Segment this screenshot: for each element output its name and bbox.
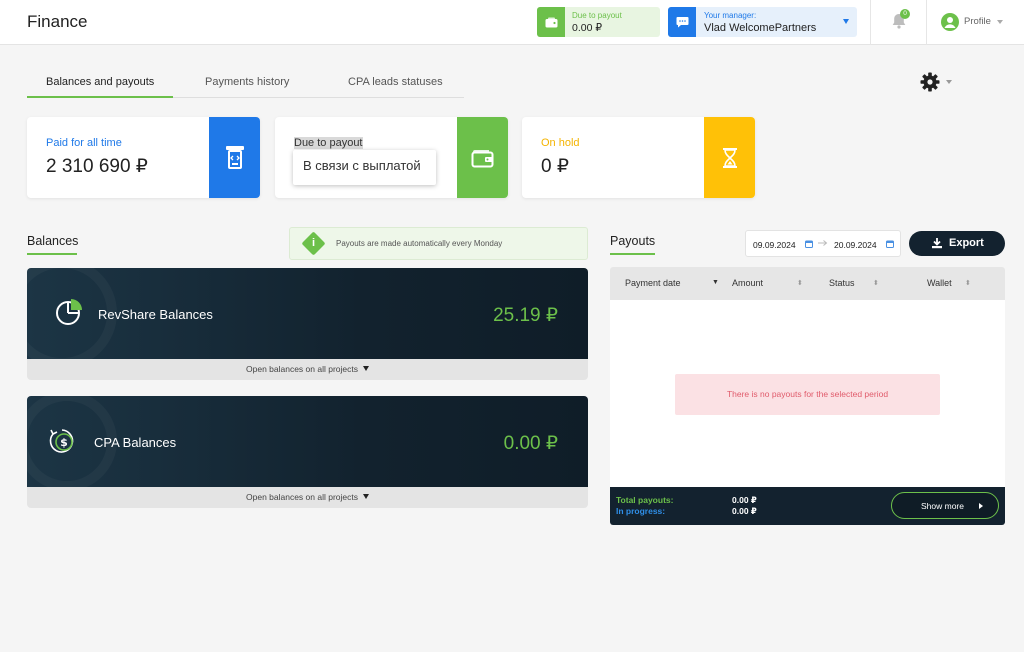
notification-badge: 0 [900,9,910,19]
payouts-title: Payouts [610,234,656,248]
empty-state-message: There is no payouts for the selected per… [675,374,940,415]
chevron-down-icon [843,19,849,24]
cpa-balance-card[interactable]: $ CPA Balances 0.00 ₽ Open balances on a… [27,396,588,508]
tab-balances-and-payouts[interactable]: Balances and payouts [46,76,154,88]
card-label: Due to payout [294,137,363,149]
open-balances-link[interactable]: Open balances on all projects [27,487,588,508]
sort-icon[interactable]: ⬍ [965,279,971,287]
payouts-table: Payment date ▼ Amount ⬍ Status ⬍ Wallet … [610,267,1005,525]
tab-payments-history[interactable]: Payments history [205,76,289,88]
wallet-icon [537,7,565,37]
chevron-down-icon[interactable] [997,20,1003,24]
chevron-down-icon[interactable] [946,80,952,84]
chat-icon [668,7,696,37]
balance-amount: 25.19 ₽ [493,305,558,326]
open-balances-link[interactable]: Open balances on all projects [27,359,588,380]
gear-icon[interactable] [920,72,940,92]
total-payouts-label: Total payouts: [616,495,674,505]
manager-name: Vlad WelcomePartners [704,22,817,34]
atm-icon [209,117,260,198]
date-range-picker[interactable]: 09.09.2024 20.09.2024 [745,230,901,257]
calendar-icon [805,240,813,248]
date-to[interactable]: 20.09.2024 [834,240,877,250]
sort-desc-icon[interactable]: ▼ [712,279,719,286]
card-on-hold: On hold 0 ₽ [522,117,755,198]
hourglass-icon [704,117,755,198]
card-paid-all-time: Paid for all time 2 310 690 ₽ [27,117,260,198]
active-tab-indicator [27,96,173,98]
column-status[interactable]: Status [829,278,855,288]
top-bar: Finance Due to payout 0.00 ₽ Your manage… [0,0,1024,45]
total-payouts-value: 0.00 ₽ [732,495,757,505]
due-to-payout-value: 0.00 ₽ [572,22,603,34]
in-progress-label: In progress: [616,506,666,516]
manager-widget[interactable]: Your manager: Vlad WelcomePartners [668,7,857,37]
due-to-payout-widget[interactable]: Due to payout 0.00 ₽ [537,7,660,37]
due-to-payout-label: Due to payout [572,11,622,20]
calendar-icon [886,240,894,248]
column-amount[interactable]: Amount [732,278,763,288]
revshare-balance-card[interactable]: RevShare Balances 25.19 ₽ Open balances … [27,268,588,380]
download-icon [932,238,942,249]
section-underline [27,253,77,255]
caret-right-icon [979,503,983,509]
balance-name: RevShare Balances [98,307,213,322]
arrow-right-icon [818,240,828,246]
info-banner: i Payouts are made automatically every M… [289,227,588,260]
page-title: Finance [27,12,88,31]
balances-title: Balances [27,234,79,248]
column-wallet[interactable]: Wallet [927,278,952,288]
sort-icon[interactable]: ⬍ [797,279,803,287]
date-from[interactable]: 09.09.2024 [753,240,796,250]
pie-chart-icon [56,299,82,325]
tab-cpa-leads-statuses[interactable]: CPA leads statuses [348,76,443,88]
card-label: On hold [541,137,580,149]
svg-text:$: $ [60,436,68,449]
section-underline [610,253,655,255]
sort-icon[interactable]: ⬍ [873,279,879,287]
card-label: Paid for all time [46,137,122,149]
wallet-icon [457,117,508,198]
profile-menu-label[interactable]: Profile [964,16,991,27]
divider [870,0,871,45]
divider [926,0,927,45]
show-more-button[interactable]: Show more [891,492,999,519]
avatar-icon[interactable] [941,13,959,31]
caret-down-icon [363,494,369,499]
export-button[interactable]: Export [909,231,1005,256]
balance-amount: 0.00 ₽ [503,433,558,454]
dollar-coin-icon: $ [49,429,74,453]
manager-label: Your manager: [704,11,757,20]
card-value: 2 310 690 ₽ [46,156,148,177]
in-progress-value: 0.00 ₽ [732,506,757,516]
info-text: Payouts are made automatically every Mon… [336,239,503,248]
column-payment-date[interactable]: Payment date [625,278,681,288]
balance-name: CPA Balances [94,435,177,450]
payouts-footer: Total payouts: In progress: 0.00 ₽ 0.00 … [610,487,1005,525]
caret-down-icon [363,366,369,371]
card-value: 0 ₽ [541,156,569,177]
table-header: Payment date ▼ Amount ⬍ Status ⬍ Wallet … [610,267,1005,300]
tooltip: В связи с выплатой [293,150,436,185]
